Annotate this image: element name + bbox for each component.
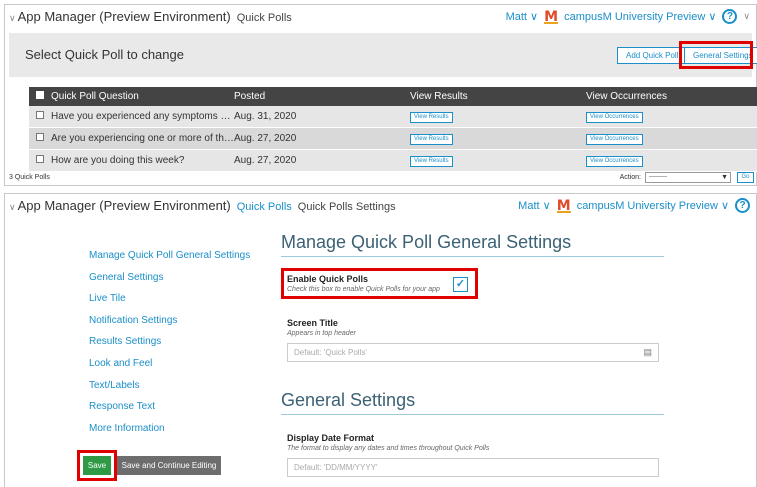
action-select[interactable]: --------- ▼ (645, 172, 731, 183)
row-checkbox[interactable] (36, 155, 44, 163)
breadcrumb-link[interactable]: Quick Polls (237, 201, 292, 213)
save-and-continue-button[interactable]: Save and Continue Editing (117, 456, 221, 475)
question-link[interactable]: Have you experienced any symptoms of ... (51, 111, 234, 122)
campusm-logo-icon: M (544, 8, 559, 25)
highlight-box (679, 41, 753, 69)
app-title[interactable]: ∨ App Manager (Preview Environment) Quick … (9, 198, 396, 213)
sidebar-item-general[interactable]: General Settings (89, 272, 250, 294)
screen-title-label: Screen Title (287, 318, 338, 328)
column-header-occurrences: View Occurrences (586, 91, 667, 102)
go-button[interactable]: Go (737, 172, 754, 183)
view-results-button[interactable]: View Results (410, 112, 453, 123)
date-format-input[interactable]: Default: 'DD/MM/YYYY' (287, 458, 659, 477)
help-chevron-icon[interactable]: ∨ (743, 11, 750, 22)
table-row: Have you experienced any symptoms of ...… (29, 106, 757, 128)
page-header: Select Quick Poll to change Add Quick Po… (9, 33, 757, 77)
chevron-down-icon: ▼ (721, 174, 728, 181)
screen-title-help: Appears in top header (287, 330, 356, 337)
view-occurrences-button[interactable]: View Occurrences (586, 156, 643, 167)
date-format-label: Display Date Format (287, 433, 375, 443)
app-title[interactable]: ∨ App Manager (Preview Environment) Quick … (9, 9, 292, 24)
quick-poll-table: Quick Poll Question Posted View Results … (29, 87, 757, 172)
select-all-checkbox[interactable] (36, 91, 44, 99)
sidebar-item-results[interactable]: Results Settings (89, 336, 250, 358)
posted-date: Aug. 27, 2020 (234, 155, 297, 166)
date-format-help: The format to display any dates and time… (287, 445, 490, 452)
screen-title-input[interactable]: Default: 'Quick Polls' ▤ (287, 343, 659, 362)
column-header-question[interactable]: Quick Poll Question (51, 91, 234, 102)
question-link[interactable]: How are you doing this week? (51, 155, 234, 166)
tenant-menu[interactable]: campusM University Preview ∨ (577, 199, 729, 212)
chevron-down-icon: ∨ (9, 13, 16, 23)
top-nav-bar: ∨ App Manager (Preview Environment) Quick … (5, 194, 756, 218)
view-occurrences-button[interactable]: View Occurrences (586, 134, 643, 145)
section-divider (281, 414, 664, 415)
sidebar-item-notifications[interactable]: Notification Settings (89, 315, 250, 337)
quick-poll-list-panel: ∨ App Manager (Preview Environment) Quick … (4, 4, 757, 186)
breadcrumb-current: Quick Polls (236, 12, 292, 24)
help-icon[interactable]: ? (735, 198, 750, 213)
top-nav-bar: ∨ App Manager (Preview Environment) Quick … (5, 5, 756, 29)
sidebar-item-text-labels[interactable]: Text/Labels (89, 380, 250, 402)
sidebar-item-manage[interactable]: Manage Quick Poll General Settings (89, 250, 250, 272)
add-quick-poll-button[interactable]: Add Quick Poll (617, 47, 688, 64)
text-field-icon: ▤ (643, 347, 652, 357)
highlight-box (77, 450, 117, 481)
user-menu[interactable]: Matt ∨ (506, 10, 539, 23)
user-area: Matt ∨ M campusM University Preview ∨ ? ∨ (506, 9, 750, 24)
result-count: 3 Quick Polls (9, 174, 50, 181)
section-title-general: General Settings (281, 390, 416, 410)
chevron-down-icon: ∨ (9, 202, 16, 212)
table-row: How are you doing this week? Aug. 27, 20… (29, 150, 757, 172)
row-checkbox[interactable] (36, 111, 44, 119)
sidebar-item-more-info[interactable]: More Information (89, 423, 250, 445)
action-label: Action: (619, 174, 641, 181)
table-footer: 3 Quick Polls Action: --------- ▼ Go (9, 172, 757, 184)
section-divider (281, 256, 664, 257)
settings-sidebar: Manage Quick Poll General Settings Gener… (89, 250, 250, 444)
section-title-manage: Manage Quick Poll General Settings (281, 232, 572, 252)
page-title: Select Quick Poll to change (25, 47, 184, 62)
sidebar-item-live-tile[interactable]: Live Tile (89, 293, 250, 315)
help-icon[interactable]: ? (722, 9, 738, 24)
view-occurrences-button[interactable]: View Occurrences (586, 112, 643, 123)
table-header: Quick Poll Question Posted View Results … (29, 87, 757, 106)
breadcrumb-current: Quick Polls Settings (297, 201, 396, 213)
highlight-box (281, 268, 478, 299)
user-area: Matt ∨ M campusM University Preview ∨ ? (518, 198, 750, 213)
tenant-menu[interactable]: campusM University Preview ∨ (564, 10, 716, 23)
bulk-action: Action: --------- ▼ (620, 172, 731, 183)
row-checkbox[interactable] (36, 133, 44, 141)
table-row: Are you experiencing one or more of the … (29, 128, 757, 150)
question-link[interactable]: Are you experiencing one or more of the … (51, 133, 234, 144)
quick-poll-settings-panel: ∨ App Manager (Preview Environment) Quick … (4, 193, 757, 487)
sidebar-item-response-text[interactable]: Response Text (89, 401, 250, 423)
view-results-button[interactable]: View Results (410, 156, 453, 167)
user-menu[interactable]: Matt ∨ (518, 199, 551, 212)
column-header-posted[interactable]: Posted (234, 91, 410, 102)
posted-date: Aug. 27, 2020 (234, 133, 297, 144)
view-results-button[interactable]: View Results (410, 134, 453, 145)
posted-date: Aug. 31, 2020 (234, 111, 297, 122)
campusm-logo-icon: M (556, 197, 571, 214)
sidebar-item-look-feel[interactable]: Look and Feel (89, 358, 250, 380)
column-header-results: View Results (410, 91, 468, 102)
